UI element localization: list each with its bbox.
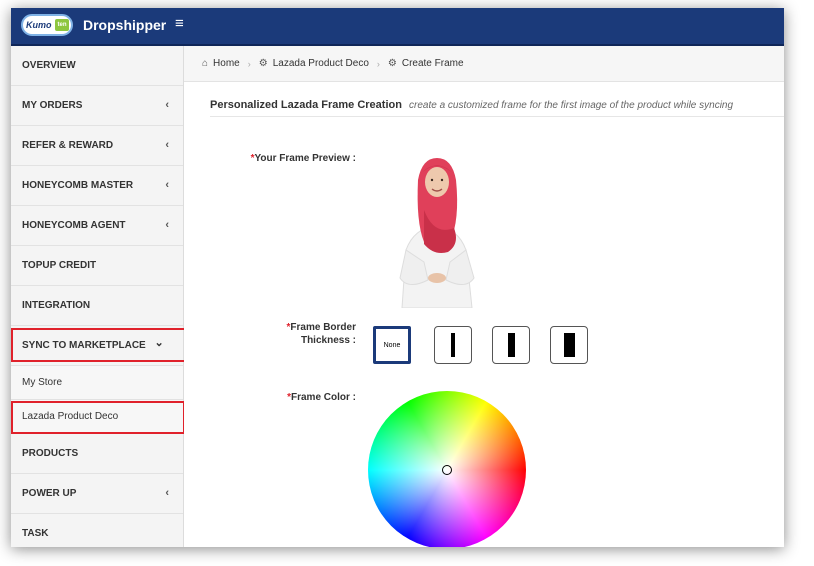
- page-heading: Personalized Lazada Frame Creation creat…: [210, 99, 733, 111]
- logo-tag: ten: [55, 19, 69, 31]
- sidebar-item-topup-credit[interactable]: TOPUP CREDIT: [11, 246, 183, 286]
- sidebar-item-label: HONEYCOMB MASTER: [22, 180, 134, 191]
- sidebar-item-label: Lazada Product Deco: [22, 411, 119, 422]
- app-window: Kumo ten Dropshipper ≡ OVERVIEW MY ORDER…: [11, 8, 784, 547]
- frame-preview-label-text: Your Frame Preview :: [254, 153, 356, 164]
- chevron-left-icon: ‹: [165, 487, 169, 499]
- product-model-image: [399, 158, 475, 309]
- thickness-option-thick[interactable]: [550, 326, 588, 364]
- sidebar-item-label: REFER & REWARD: [22, 140, 114, 151]
- sidebar-item-label: HONEYCOMB AGENT: [22, 220, 126, 231]
- sidebar-item-integration[interactable]: INTEGRATION: [11, 286, 183, 326]
- sidebar-item-label: TASK: [22, 528, 49, 539]
- chevron-left-icon: ‹: [165, 99, 169, 111]
- sidebar-item-task[interactable]: TASK: [11, 514, 183, 547]
- sidebar-item-products[interactable]: PRODUCTS: [11, 434, 183, 474]
- sidebar-item-label: INTEGRATION: [22, 300, 91, 311]
- sidebar-item-label: TOPUP CREDIT: [22, 260, 97, 271]
- sidebar-item-label: SYNC TO MARKETPLACE: [22, 340, 146, 351]
- sidebar-item-overview[interactable]: OVERVIEW: [11, 46, 183, 86]
- brand-logo[interactable]: Kumo ten Dropshipper: [21, 14, 166, 36]
- color-wheel-picker[interactable]: [368, 391, 526, 547]
- chevron-left-icon: ‹: [165, 179, 169, 191]
- sidebar-item-honeycomb-agent[interactable]: HONEYCOMB AGENT ‹: [11, 206, 183, 246]
- sidebar-item-label: PRODUCTS: [22, 448, 79, 459]
- thick-border-icon: [563, 333, 575, 357]
- frame-preview-label: *Your Frame Preview :: [234, 153, 356, 164]
- frame-thickness-label-line1: Frame Border: [290, 322, 356, 333]
- frame-preview-image: [394, 150, 480, 309]
- frame-color-label-text: Frame Color :: [290, 392, 356, 403]
- page-title: Personalized Lazada Frame Creation: [210, 99, 402, 111]
- sidebar: OVERVIEW MY ORDERS ‹ REFER & REWARD ‹ HO…: [11, 46, 186, 547]
- thickness-option-thin[interactable]: [434, 326, 472, 364]
- top-bar: Kumo ten Dropshipper ≡: [11, 8, 784, 46]
- frame-thickness-label-line2: Thickness :: [300, 335, 356, 346]
- frame-color-label: *Frame Color :: [244, 392, 356, 403]
- heading-divider: [210, 116, 784, 117]
- thickness-option-none[interactable]: None: [373, 326, 411, 364]
- cogs-icon: ⚙: [387, 58, 397, 69]
- breadcrumb-home[interactable]: Home: [213, 58, 240, 69]
- sidebar-item-my-orders[interactable]: MY ORDERS ‹: [11, 86, 183, 126]
- chevron-down-icon: ⌄: [154, 337, 164, 349]
- chevron-left-icon: ‹: [165, 219, 169, 231]
- main-content: ⌂ Home › ⚙ Lazada Product Deco › ⚙ Creat…: [184, 46, 784, 547]
- thickness-option-none-label: None: [383, 341, 401, 349]
- chevron-left-icon: ‹: [165, 139, 169, 151]
- sidebar-item-label: POWER UP: [22, 488, 77, 499]
- kumoten-logo-badge: Kumo ten: [21, 14, 73, 36]
- sidebar-subitem-lazada-product-deco[interactable]: Lazada Product Deco: [11, 400, 183, 434]
- sidebar-item-honeycomb-master[interactable]: HONEYCOMB MASTER ‹: [11, 166, 183, 206]
- hamburger-menu-icon[interactable]: ≡: [175, 15, 184, 32]
- sidebar-item-label: OVERVIEW: [22, 60, 76, 71]
- cogs-icon: ⚙: [258, 58, 268, 69]
- breadcrumb-separator: ›: [247, 58, 251, 69]
- breadcrumb-separator: ›: [376, 58, 380, 69]
- page-subtitle: create a customized frame for the first …: [409, 100, 734, 111]
- color-picker-handle[interactable]: [442, 465, 452, 475]
- thickness-option-medium[interactable]: [492, 326, 530, 364]
- breadcrumb: ⌂ Home › ⚙ Lazada Product Deco › ⚙ Creat…: [184, 46, 784, 82]
- breadcrumb-create-frame: Create Frame: [401, 58, 464, 69]
- sidebar-item-label: MY ORDERS: [22, 100, 83, 111]
- sidebar-item-sync-to-marketplace[interactable]: SYNC TO MARKETPLACE ⌄: [11, 326, 183, 366]
- sidebar-subitem-my-store[interactable]: My Store: [11, 366, 183, 400]
- home-icon: ⌂: [202, 58, 209, 69]
- sidebar-item-power-up[interactable]: POWER UP ‹: [11, 474, 183, 514]
- sidebar-item-refer-reward[interactable]: REFER & REWARD ‹: [11, 126, 183, 166]
- breadcrumb-lazada-product-deco[interactable]: Lazada Product Deco: [273, 58, 369, 69]
- thin-border-icon: [451, 333, 455, 357]
- sidebar-item-label: My Store: [22, 377, 63, 388]
- app-title: Dropshipper: [83, 17, 167, 33]
- medium-border-icon: [507, 333, 515, 357]
- frame-thickness-label: *Frame Border Thickness :: [244, 321, 356, 347]
